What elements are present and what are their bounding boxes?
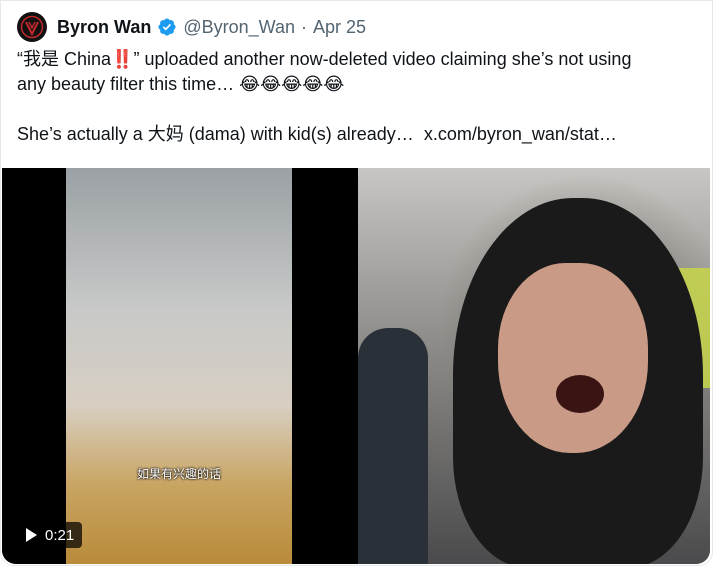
photo-officer [358, 328, 428, 564]
video-player[interactable]: 如果有兴趣的话 0:21 [2, 168, 354, 564]
tweet-text: “我是 China‼️” uploaded another now-delete… [17, 47, 707, 147]
photo-mouth [556, 375, 604, 413]
photo-image[interactable] [358, 168, 710, 564]
author-name[interactable]: Byron Wan [57, 17, 151, 38]
media-grid: 如果有兴趣的话 0:21 [2, 168, 710, 564]
tweet-text-line-3: She’s actually a 大妈 (dama) with kid(s) a… [17, 122, 707, 147]
video-duration: 0:21 [45, 526, 75, 544]
video-play-badge[interactable]: 0:21 [18, 522, 83, 548]
video-thumbnail[interactable] [66, 168, 292, 564]
verified-badge-icon [157, 17, 177, 37]
tweet-text-line-2: any beauty filter this time… 😂😂😂😂😂 [17, 72, 707, 97]
double-exclamation-emoji: ‼️ [111, 49, 134, 70]
text-spacer [17, 97, 707, 122]
author-handle[interactable]: @Byron_Wan [183, 17, 295, 38]
photo-face [498, 263, 648, 453]
text-segment: She’s actually a 大妈 (dama) with kid(s) a… [17, 124, 414, 144]
video-subtitle: 如果有兴趣的话 [136, 467, 221, 481]
tweet-link[interactable]: x.com/byron_wan/stat… [424, 124, 617, 144]
text-segment: ” uploaded another now-deleted video cla… [133, 49, 632, 69]
avatar[interactable] [17, 12, 47, 42]
text-segment: any beauty filter this time… [17, 74, 235, 94]
text-segment: “我是 China [17, 49, 112, 69]
separator-dot: · [301, 16, 307, 37]
tweet-text-line-1: “我是 China‼️” uploaded another now-delete… [17, 47, 707, 72]
tweet-header: Byron Wan @Byron_Wan · Apr 25 [17, 11, 366, 43]
tweet-card[interactable]: Byron Wan @Byron_Wan · Apr 25 “我是 China‼… [0, 0, 713, 566]
play-icon[interactable] [26, 528, 37, 542]
avatar-logo-icon [20, 15, 44, 39]
tweet-date[interactable]: Apr 25 [313, 17, 366, 38]
laughing-emojis: 😂😂😂😂😂 [239, 74, 345, 95]
